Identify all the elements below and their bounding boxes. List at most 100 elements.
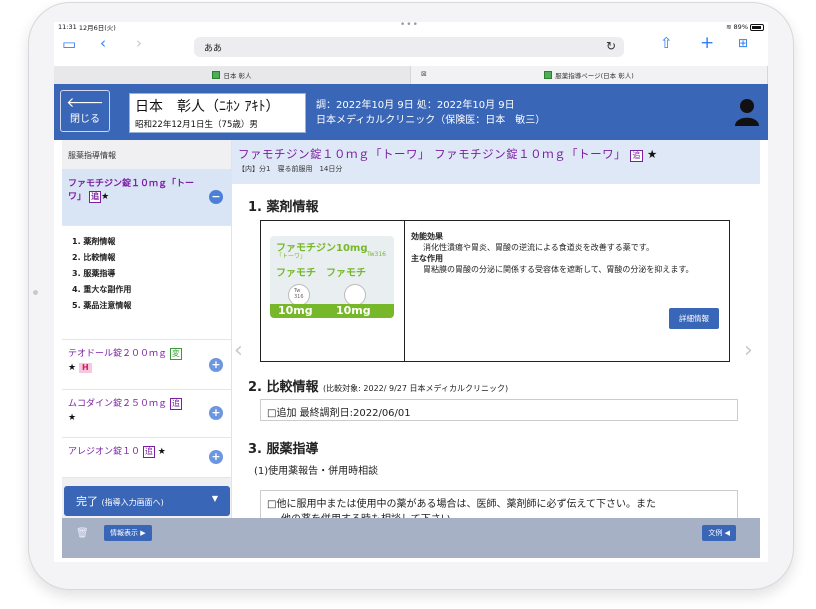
sidebar-toggle-icon[interactable]: ▭ — [62, 37, 76, 52]
tab-overview-icon[interactable]: ⊞ — [738, 37, 748, 49]
tag-add: 追 — [169, 398, 182, 410]
drug-star: ★ — [68, 413, 77, 423]
dosage-info: 【内】分1 寝る前服用 14日分 — [238, 165, 343, 173]
high-risk-badge: H — [78, 363, 92, 373]
section-compare-title: 2. 比較情報 (比較対象: 2022/ 9/27 日本メディカルクリニック) — [248, 380, 509, 395]
section-guidance-title: 3. 服薬指導 — [248, 442, 319, 457]
sidebar: 服薬指導情報 ファモチジン錠１０ｍｇ「トーワ」 追 ★ − 1. 薬剤情報 2. … — [62, 140, 232, 518]
drug-name: ファモチジン錠１０ｍｇ「トーワ」 追 ★ — [68, 179, 195, 203]
wifi-icon: ≋ — [726, 23, 732, 31]
tab-label: 日本 彰人 — [223, 72, 252, 80]
menu-item-side-effects[interactable]: 4. 重大な副作用 — [72, 282, 221, 298]
patient-birth: 昭和22年12月1日生（75歳）男 — [135, 120, 258, 130]
user-avatar-icon[interactable] — [734, 98, 760, 126]
package-code: Tw316 — [366, 251, 386, 258]
status-time: 11:31 — [58, 23, 77, 31]
share-icon[interactable]: ⇧ — [660, 36, 673, 51]
guidance-text: □他に服用中または使用中の薬がある場合は、医師、薬剤師に必ず伝えて下さい。また — [267, 499, 656, 510]
tab-favicon-icon — [212, 71, 221, 79]
detail-button[interactable]: 詳細情報 — [669, 308, 719, 329]
multitask-dots-icon[interactable]: ••• — [400, 22, 419, 30]
status-bar: 11:31 12月6日(火) ••• ≋ 89% — [54, 22, 768, 32]
clinic-info: 日本メディカルクリニック（保険医：日本 敏三） — [316, 115, 546, 126]
tag-add: 追 — [142, 446, 155, 458]
drug-name: ムコダイン錠２５０ｍｇ 追 — [68, 398, 182, 410]
status-date: 12月6日(火) — [78, 24, 116, 32]
menu-item-compare[interactable]: 2. 比較情報 — [72, 250, 221, 266]
reload-icon[interactable]: ↻ — [606, 39, 616, 53]
drug-title: ファモチジン錠１０ｍｇ「トーワ」 ファモチジン錠１０ｍｇ「トーワ」 追 ★ — [238, 147, 658, 162]
pill-imprint: Tw 316 — [294, 288, 304, 300]
guidance-row[interactable]: □他に服用中または使用中の薬がある場合は、医師、薬剤師に必ず伝えて下さい。また … — [260, 490, 738, 518]
sidebar-drug-item[interactable]: アレジオン錠１０ 追 ★ + — [62, 438, 231, 478]
screen: 11:31 12月6日(火) ••• ≋ 89% ▭ ‹ › ⇧ + ⊞ ああ … — [54, 22, 768, 562]
sidebar-drug-item[interactable]: ムコダイン錠２５０ｍｇ 追 ★ + — [62, 390, 231, 438]
new-tab-icon[interactable]: + — [700, 35, 714, 52]
expand-icon[interactable]: + — [209, 406, 223, 420]
drug-header: ファモチジン錠１０ｍｇ「トーワ」 ファモチジン錠１０ｍｇ「トーワ」 追 ★ 【内… — [232, 140, 760, 184]
template-button[interactable]: 文例 ◀ — [702, 525, 736, 541]
tab-favicon-icon — [544, 71, 553, 79]
menu-item-cautions[interactable]: 5. 薬品注意情報 — [72, 298, 221, 314]
tab-bar: 日本 彰人 ⊠ 服薬指導ページ(日本 彰人) — [54, 66, 768, 84]
forward-nav-icon[interactable]: › — [136, 36, 142, 51]
battery-percent: 89% — [733, 23, 748, 31]
action-heading: 主な作用 — [411, 254, 443, 263]
next-arrow-icon[interactable]: › — [744, 338, 753, 363]
effect-heading: 効能効果 — [411, 232, 443, 241]
action-text: 胃粘膜の胃酸の分泌に関係する受容体を遮断して、胃酸の分泌を抑えます。 — [423, 265, 694, 274]
menu-item-drug-info[interactable]: 1. 薬剤情報 — [72, 234, 221, 250]
sidebar-menu: 1. 薬剤情報 2. 比較情報 3. 服薬指導 4. 重大な副作用 5. 薬品注… — [62, 226, 231, 340]
tab-label: 服薬指導ページ(日本 彰人) — [555, 72, 634, 80]
back-nav-icon[interactable]: ‹ — [100, 36, 106, 51]
patient-header: 🡐 閉じる 日本 彰人（ﾆﾎﾝ ｱｷﾄ） 昭和22年12月1日生（75歳）男 調… — [54, 84, 768, 140]
sidebar-drug-active[interactable]: ファモチジン錠１０ｍｇ「トーワ」 追 ★ − — [62, 170, 231, 226]
footer: 🗑 情報表示 ▶ 文例 ◀ — [54, 518, 768, 562]
camera-dot — [33, 290, 38, 295]
drug-image-cell: ファモチジン10mg 「トーワ」 Tw316 ファモチ ファモチ Tw 316 … — [261, 221, 405, 361]
drug-marks: ★ H — [68, 361, 225, 375]
package-strength: 10mg — [278, 304, 313, 317]
package-brand-repeat: ファモチ ファモチ — [276, 268, 366, 279]
effect-text: 消化性潰瘍や胃炎、胃酸の逆流による食道炎を改善する薬です。 — [423, 243, 654, 252]
expand-icon[interactable]: + — [209, 358, 223, 372]
sidebar-title: 服薬指導情報 — [62, 140, 231, 170]
guidance-text-2: 他の薬を併用する時も相談して下さい。 — [267, 510, 731, 518]
trash-icon[interactable]: 🗑 — [76, 528, 89, 539]
collapse-icon[interactable]: − — [209, 190, 223, 204]
guidance-subheading: (1)使用薬報告・併用時相談 — [254, 466, 379, 477]
prescription-info: 調：2022年10月 9日 処：2022年10月 9日 日本メディカルクリニック… — [316, 98, 545, 128]
prev-arrow-icon[interactable]: ‹ — [234, 338, 243, 363]
package-strength: 10mg — [336, 304, 371, 317]
package-brand-sub: 「トーワ」 — [276, 253, 307, 260]
close-button-label: 閉じる — [70, 114, 100, 125]
menu-item-guidance[interactable]: 3. 服薬指導 — [72, 266, 221, 282]
info-display-button[interactable]: 情報表示 ▶ — [104, 525, 152, 541]
done-button[interactable]: 完了 (指導入力画面へ) ▼ — [64, 486, 230, 516]
done-label: 完了 — [76, 495, 98, 508]
battery-icon — [750, 23, 764, 31]
address-text: ああ — [204, 44, 223, 54]
expand-icon[interactable]: + — [209, 450, 223, 464]
dropdown-caret-icon[interactable]: ▼ — [212, 494, 218, 503]
address-bar[interactable]: ああ ↻ — [194, 37, 624, 57]
tag-add: 追 — [630, 150, 643, 162]
main-content: ファモチジン錠１０ｍｇ「トーワ」 ファモチジン錠１０ｍｇ「トーワ」 追 ★ 【内… — [232, 140, 760, 518]
drug-info-table: ファモチジン10mg 「トーワ」 Tw316 ファモチ ファモチ Tw 316 … — [260, 220, 730, 362]
tag-change: 変 — [169, 348, 182, 360]
done-sublabel: (指導入力画面へ) — [101, 498, 164, 507]
footer-bar: 🗑 情報表示 ▶ 文例 ◀ — [62, 518, 760, 558]
close-button[interactable]: 🡐 閉じる — [60, 90, 110, 132]
sidebar-drug-item[interactable]: テオドール錠２００ｍｇ 変 ★ H + — [62, 340, 231, 390]
drug-info-text: 効能効果 消化性潰瘍や胃炎、胃酸の逆流による食道炎を改善する薬です。 主な作用 … — [405, 221, 729, 361]
patient-info-box: 日本 彰人（ﾆﾎﾝ ｱｷﾄ） 昭和22年12月1日生（75歳）男 — [129, 93, 306, 133]
compare-row[interactable]: □追加 最終調剤日:2022/06/01 — [260, 399, 738, 421]
drug-name: テオドール錠２００ｍｇ 変 — [68, 348, 182, 360]
close-tab-icon[interactable]: ⊠ — [421, 70, 427, 78]
back-arrow-icon: 🡐 — [66, 95, 104, 111]
pill-icon — [344, 284, 366, 306]
patient-name: 日本 彰人（ﾆﾎﾝ ｱｷﾄ） — [135, 99, 280, 115]
tab-guidance[interactable]: ⊠ 服薬指導ページ(日本 彰人) — [411, 66, 768, 84]
section-drug-info-title: 1. 薬剤情報 — [248, 200, 319, 215]
tab-patient[interactable]: 日本 彰人 — [54, 66, 411, 84]
